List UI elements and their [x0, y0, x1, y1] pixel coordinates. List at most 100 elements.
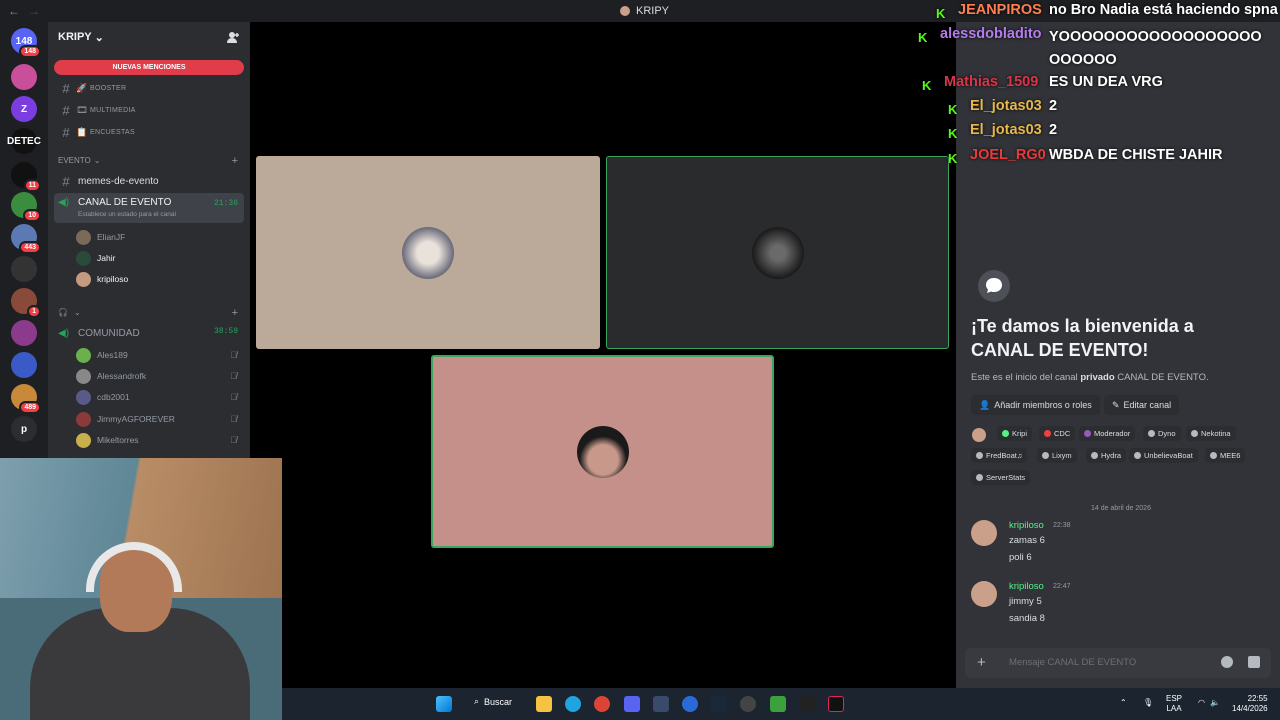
chat-username[interactable]: JOEL_RG0 — [970, 147, 1046, 163]
message-author[interactable]: kripiloso — [1009, 581, 1044, 592]
channel-memes-de-evento[interactable]: # memes-de-evento — [54, 171, 244, 191]
channel-emoji: 📋 — [76, 126, 88, 137]
server-icon[interactable]: DETEC — [7, 128, 41, 154]
attach-plus-icon[interactable]: + — [977, 654, 986, 671]
apps-icon[interactable] — [1248, 656, 1260, 668]
voice-channel-canal-de-evento[interactable]: ◀) CANAL DE EVENTO 21:36 Establece un es… — [54, 193, 244, 223]
voice-user[interactable]: Jahir — [76, 249, 241, 267]
discord-icon[interactable] — [624, 696, 640, 712]
start-icon[interactable] — [436, 696, 452, 712]
server-icon[interactable]: 11 — [11, 162, 41, 192]
voice-user[interactable]: Alessandrofk 🎙̸ — [76, 367, 241, 385]
emoji-icon[interactable] — [1221, 656, 1233, 668]
role-chip[interactable]: Kripi — [997, 426, 1033, 441]
channel-item[interactable]: # 🎞 MULTIMEDIA — [54, 100, 244, 120]
back-arrow-icon[interactable]: ← — [8, 4, 20, 18]
chat-username[interactable]: El_jotas03 — [970, 122, 1042, 138]
edit-channel-button[interactable]: ✎ Editar canal — [1104, 395, 1180, 415]
create-channel-icon[interactable]: + — [232, 155, 238, 167]
category-2[interactable]: 🎧 ⌄ + — [58, 307, 238, 319]
invite-people-icon[interactable] — [227, 31, 240, 46]
role-chip[interactable]: Hydra — [1086, 448, 1127, 463]
guild-header[interactable]: KRIPY ⌄ — [58, 31, 104, 44]
create-channel-icon[interactable]: + — [232, 307, 238, 319]
mic-icon[interactable]: 🎙 — [1143, 698, 1153, 708]
clock[interactable]: 22:55 14/4/2026 — [1232, 694, 1268, 714]
server-icon[interactable]: p — [11, 416, 37, 442]
tray-chevron-icon[interactable]: ⌃ — [1120, 698, 1127, 708]
message-input[interactable]: Mensaje CANAL DE EVENTO — [1009, 657, 1136, 668]
server-icon[interactable]: Z — [11, 96, 37, 122]
muted-mic-icon: 🎙̸ — [230, 435, 237, 445]
message-composer[interactable]: + Mensaje CANAL DE EVENTO — [965, 648, 1271, 678]
role-color-dot — [1091, 452, 1098, 459]
hash-icon: # — [62, 80, 70, 96]
server-icon[interactable] — [11, 352, 37, 378]
role-chip[interactable]: Moderador — [1079, 426, 1136, 441]
chat-username[interactable]: El_jotas03 — [970, 98, 1042, 114]
chat-username[interactable]: JEANPIROS — [958, 2, 1042, 18]
avatar — [76, 368, 91, 384]
server-icon[interactable]: 489 — [11, 384, 41, 414]
message-author[interactable]: kripiloso — [1009, 520, 1044, 531]
wifi-icon[interactable]: ◠ — [1198, 698, 1205, 708]
chat-username[interactable]: alessdobladito — [940, 26, 1042, 42]
server-icon[interactable]: 443 — [11, 224, 41, 254]
server-label: DETEC — [7, 135, 41, 147]
window-title: KRIPY — [620, 5, 669, 17]
chat-username[interactable]: Mathias_1509 — [944, 74, 1038, 90]
role-chip[interactable]: Dyno — [1143, 426, 1181, 441]
role-chip[interactable]: CDC — [1039, 426, 1076, 441]
speaker-icon: ◀) — [58, 197, 70, 208]
server-icon[interactable] — [11, 320, 37, 346]
role-chip[interactable]: ServerStats — [971, 470, 1031, 485]
channel-item[interactable]: # 📋 ENCUESTAS — [54, 122, 244, 142]
steam-icon[interactable] — [711, 696, 727, 712]
obs-icon[interactable] — [740, 696, 756, 712]
server-icon[interactable]: 148 148 — [11, 28, 41, 58]
voice-user[interactable]: JimmyAGFOREVER 🎙̸ — [76, 410, 241, 428]
role-chip[interactable]: Lixym — [1037, 448, 1077, 463]
unread-badge: 148 — [19, 45, 41, 58]
chrome-icon[interactable] — [594, 696, 610, 712]
role-chip[interactable]: MEE6 — [1205, 448, 1246, 463]
server-icon[interactable]: 1 — [11, 288, 41, 318]
taskbar-search[interactable]: ⌕ Buscar — [474, 696, 512, 707]
add-members-button[interactable]: 👤 Añadir miembros o roles — [971, 395, 1100, 415]
voice-timer: 38:59 — [213, 327, 238, 336]
avatar — [972, 428, 986, 442]
server-icon[interactable] — [11, 256, 37, 282]
avatar[interactable] — [971, 520, 997, 546]
unread-badge: 10 — [23, 209, 41, 222]
app-icon[interactable] — [682, 696, 698, 712]
voice-status-hint[interactable]: Establece un estado para el canal — [78, 211, 176, 218]
voice-user[interactable]: Mikeltorres 🎙̸ — [76, 431, 241, 449]
voice-user[interactable]: cdb2001 🎙̸ — [76, 388, 241, 406]
role-chip[interactable]: UnbelievaBoat — [1129, 448, 1198, 463]
file-explorer-icon[interactable] — [536, 696, 552, 712]
role-chip[interactable]: FredBoat♫ — [971, 448, 1028, 463]
new-mentions-banner[interactable]: NUEVAS MENCIONES — [54, 60, 244, 75]
voice-user[interactable]: ElianJF — [76, 228, 241, 246]
tiktok-icon[interactable] — [828, 696, 844, 712]
epic-games-icon[interactable] — [799, 696, 815, 712]
channel-item[interactable]: # 🚀 BOOSTER — [54, 78, 244, 98]
voice-user[interactable]: Ales189 🎙̸ — [76, 346, 241, 364]
volume-icon[interactable]: 🔈 — [1210, 698, 1220, 708]
app-icon[interactable] — [653, 696, 669, 712]
role-chip[interactable]: Nekotina — [1186, 426, 1236, 441]
voice-user[interactable]: kripiloso — [76, 270, 241, 288]
edge-icon[interactable] — [565, 696, 581, 712]
language-indicator[interactable]: ESP LAA — [1166, 694, 1182, 714]
avatar[interactable] — [971, 581, 997, 607]
forward-arrow-icon[interactable]: → — [28, 4, 40, 18]
server-icon[interactable]: 10 — [11, 192, 41, 222]
server-icon[interactable] — [11, 64, 37, 90]
video-tile-elianjf[interactable] — [256, 156, 600, 349]
role-color-dot — [976, 452, 983, 459]
minecraft-icon[interactable] — [770, 696, 786, 712]
video-tile-kripiloso[interactable] — [431, 355, 774, 548]
category-evento[interactable]: EVENTO ⌄ + — [58, 155, 238, 167]
video-tile-jahir[interactable] — [606, 156, 949, 349]
voice-channel-comunidad[interactable]: ◀) COMUNIDAD 38:59 — [54, 323, 244, 343]
